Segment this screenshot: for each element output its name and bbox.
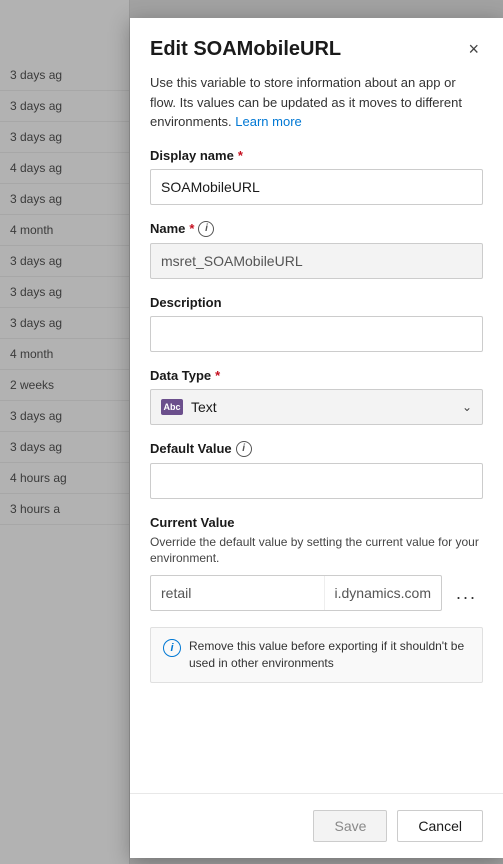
- modal-title: Edit SOAMobileURL: [150, 38, 341, 61]
- text-type-icon: Abc: [161, 399, 183, 415]
- edit-modal: Edit SOAMobileURL × Use this variable to…: [130, 18, 503, 858]
- default-value-input[interactable]: [150, 463, 483, 499]
- name-group: Name * i: [150, 221, 483, 279]
- description-group: Description: [150, 295, 483, 352]
- display-name-label: Display name *: [150, 148, 483, 163]
- ellipsis-button[interactable]: ...: [450, 579, 483, 608]
- current-value-right: i.dynamics.com: [324, 576, 441, 610]
- description-label: Description: [150, 295, 483, 310]
- data-type-value: Text: [191, 399, 217, 415]
- info-banner: i Remove this value before exporting if …: [150, 627, 483, 683]
- current-value-left: retail: [151, 576, 324, 610]
- data-type-select[interactable]: Abc Text ⌄: [150, 389, 483, 425]
- current-value-label: Current Value: [150, 515, 483, 530]
- name-info-icon[interactable]: i: [198, 221, 214, 237]
- modal-body: Display name * Name * i Description Data: [130, 148, 503, 794]
- current-value-input-wrapper: retail i.dynamics.com ...: [150, 575, 483, 611]
- name-label: Name * i: [150, 221, 483, 237]
- data-type-group: Data Type * Abc Text ⌄: [150, 368, 483, 425]
- display-name-input[interactable]: [150, 169, 483, 205]
- required-indicator: *: [189, 221, 194, 236]
- current-value-field[interactable]: retail i.dynamics.com: [150, 575, 442, 611]
- description-input[interactable]: [150, 316, 483, 352]
- info-banner-text: Remove this value before exporting if it…: [189, 638, 470, 672]
- chevron-down-icon: ⌄: [462, 400, 472, 414]
- default-value-label: Default Value i: [150, 441, 483, 457]
- modal-description: Use this variable to store information a…: [130, 73, 503, 148]
- modal-header: Edit SOAMobileURL ×: [130, 18, 503, 73]
- info-banner-icon: i: [163, 639, 181, 657]
- display-name-group: Display name *: [150, 148, 483, 205]
- cancel-button[interactable]: Cancel: [397, 810, 483, 842]
- close-button[interactable]: ×: [464, 38, 483, 60]
- required-indicator: *: [238, 148, 243, 163]
- current-value-description: Override the default value by setting th…: [150, 534, 483, 568]
- modal-footer: Save Cancel: [130, 793, 503, 858]
- default-value-info-icon[interactable]: i: [236, 441, 252, 457]
- data-type-label: Data Type *: [150, 368, 483, 383]
- save-button[interactable]: Save: [313, 810, 387, 842]
- learn-more-link[interactable]: Learn more: [235, 114, 301, 129]
- default-value-group: Default Value i: [150, 441, 483, 499]
- name-input: [150, 243, 483, 279]
- required-indicator: *: [215, 368, 220, 383]
- current-value-section: Current Value Override the default value…: [150, 515, 483, 612]
